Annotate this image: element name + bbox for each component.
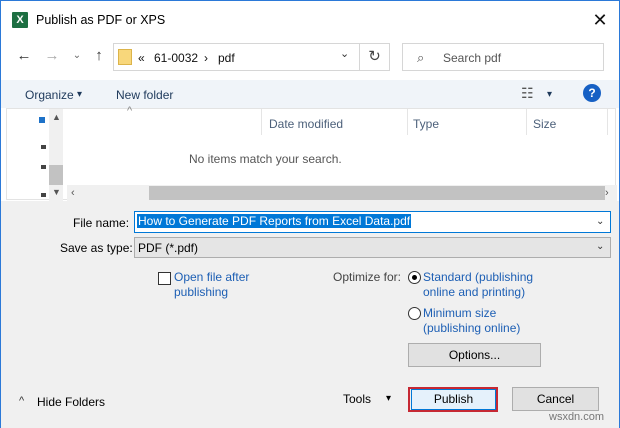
optimize-standard-radio[interactable] (408, 271, 421, 284)
standard-label-line2: online and printing) (423, 285, 526, 299)
empty-folder-message: No items match your search. (189, 152, 342, 166)
address-dropdown-icon[interactable]: ⌄ (340, 47, 349, 60)
save-as-type-select[interactable]: PDF (*.pdf) ⌄ (134, 237, 611, 258)
nav-pane-drive-icon[interactable] (41, 165, 46, 169)
file-name-label: File name: (73, 216, 130, 230)
save-as-type-dropdown-icon[interactable]: ⌄ (596, 241, 604, 252)
optimize-minimum-size-label[interactable]: Minimum size (publishing online) (423, 306, 520, 336)
open-file-after-publishing-label[interactable]: Open file after publishing (174, 270, 249, 300)
minimum-label-line1: Minimum size (423, 306, 497, 320)
hide-folders-button[interactable]: Hide Folders (37, 395, 105, 409)
close-icon[interactable]: ✕ (586, 9, 614, 31)
column-header-type[interactable]: Type (413, 117, 439, 131)
recent-locations-chevron-icon[interactable]: ⌄ (67, 45, 87, 67)
scrollbar-thumb[interactable] (49, 165, 63, 185)
optimize-minimum-size-radio[interactable] (408, 307, 421, 320)
view-caret-icon[interactable]: ▾ (547, 89, 552, 100)
standard-label-line1: Standard (publishing (423, 270, 534, 284)
scroll-down-arrow-icon[interactable]: ▼ (52, 187, 61, 197)
title-bar: X Publish as PDF or XPS ✕ (1, 1, 619, 39)
breadcrumb-pdf[interactable]: pdf (218, 51, 235, 65)
column-divider[interactable] (261, 109, 262, 135)
save-as-type-value: PDF (*.pdf) (138, 241, 199, 255)
save-as-type-label: Save as type: (60, 241, 133, 255)
command-bar: Organize ▾ New folder ☷ ▾ ? (1, 80, 619, 108)
minimum-label-line2: (publishing online) (423, 321, 521, 335)
open-file-label-line2: publishing (174, 285, 229, 299)
nav-pane-drive-icon[interactable] (41, 193, 46, 197)
horizontal-scrollbar[interactable]: ‹ › (67, 185, 617, 201)
column-header-date-modified[interactable]: Date modified (269, 117, 343, 131)
options-button[interactable]: Options... (408, 343, 541, 367)
file-name-value[interactable]: How to Generate PDF Reports from Excel D… (137, 214, 412, 228)
scrollbar-thumb[interactable] (149, 186, 605, 200)
column-divider[interactable] (407, 109, 408, 135)
organize-menu[interactable]: Organize (25, 88, 74, 102)
open-file-after-publishing-checkbox[interactable] (158, 272, 171, 285)
folder-icon (118, 49, 132, 65)
excel-icon: X (12, 12, 28, 28)
column-divider[interactable] (526, 109, 527, 135)
navigation-scrollbar[interactable]: ▲ ▼ (49, 109, 63, 201)
search-box[interactable]: ⌕ Search pdf (402, 43, 604, 71)
breadcrumb-separator-icon[interactable]: › (204, 51, 208, 65)
search-placeholder: Search pdf (443, 51, 502, 65)
watermark-text: wsxdn.com (549, 411, 605, 423)
organize-caret-icon[interactable]: ▾ (77, 89, 82, 100)
nav-pane-drive-icon[interactable] (41, 145, 46, 149)
column-header-size[interactable]: Size (533, 117, 556, 131)
file-name-input[interactable]: How to Generate PDF Reports from Excel D… (134, 211, 611, 233)
refresh-icon[interactable]: ↻ (360, 43, 390, 71)
tools-caret-icon[interactable]: ▾ (386, 393, 391, 404)
address-bar[interactable]: « 61-0032 › pdf (113, 43, 360, 71)
dialog-title: Publish as PDF or XPS (36, 13, 166, 27)
column-divider[interactable] (607, 109, 608, 135)
optimize-for-label: Optimize for: (333, 270, 402, 284)
open-file-label-line1: Open file after (174, 270, 250, 284)
breadcrumb-overflow[interactable]: « (138, 51, 145, 65)
up-folder-icon[interactable]: ↑ (89, 45, 109, 67)
tools-menu[interactable]: Tools (343, 392, 371, 406)
breadcrumb-61-0032[interactable]: 61-0032 (154, 51, 198, 65)
publish-highlight-box (408, 387, 498, 412)
scroll-up-arrow-icon[interactable]: ▲ (52, 112, 61, 122)
optimize-standard-label[interactable]: Standard (publishing online and printing… (423, 270, 533, 300)
radio-selected-dot (412, 275, 417, 280)
scroll-left-arrow-icon[interactable]: ‹ (71, 187, 75, 199)
publish-dialog: X Publish as PDF or XPS ✕ ← → ⌄ ↑ « 61-0… (0, 0, 620, 428)
nav-pane-quick-access-icon[interactable] (39, 117, 45, 123)
new-folder-button[interactable]: New folder (116, 88, 173, 102)
file-name-dropdown-icon[interactable]: ⌄ (596, 216, 604, 227)
back-arrow-icon[interactable]: ← (14, 45, 34, 67)
search-icon: ⌕ (417, 50, 425, 65)
sort-indicator-icon: ^ (127, 105, 133, 117)
help-icon[interactable]: ? (583, 84, 601, 102)
hide-folders-caret-icon[interactable]: ^ (19, 395, 24, 407)
forward-arrow-icon[interactable]: → (42, 45, 62, 67)
file-list-pane: ▲ ▼ ^ Date modified Type Size No items m… (6, 105, 617, 201)
cancel-button[interactable]: Cancel (512, 387, 599, 411)
view-options-icon[interactable]: ☷ (521, 85, 534, 102)
scroll-right-arrow-icon[interactable]: › (605, 187, 609, 199)
